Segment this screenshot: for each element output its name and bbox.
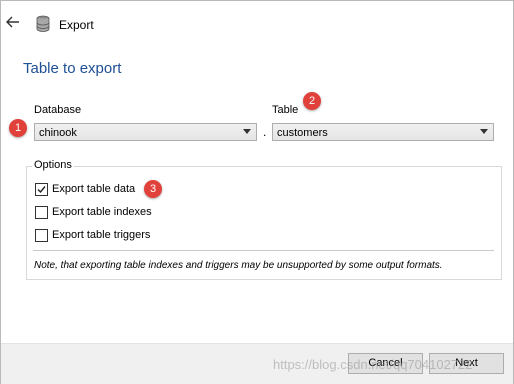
database-label: Database (34, 104, 82, 116)
database-icon (35, 15, 51, 33)
chevron-down-icon (243, 129, 251, 134)
database-table-separator: . (263, 125, 267, 139)
window-title: Export (59, 18, 94, 32)
annotation-marker-3: 3 (144, 180, 162, 198)
export-note: Note, that exporting table indexes and t… (34, 260, 443, 271)
table-select[interactable]: customers (272, 123, 494, 141)
checkbox-label: Export table indexes (52, 206, 152, 218)
checkbox-box[interactable] (35, 183, 48, 196)
checkbox-label: Export table triggers (52, 229, 151, 241)
chevron-down-icon (480, 129, 488, 134)
checkbox-label: Export table data (52, 183, 136, 195)
checkbox-box[interactable] (35, 229, 48, 242)
divider (33, 250, 494, 251)
database-select[interactable]: chinook (34, 123, 257, 141)
annotation-marker-2: 2 (303, 92, 321, 110)
table-label: Table (272, 104, 299, 116)
database-value: chinook (39, 127, 77, 139)
checkbox-box[interactable] (35, 206, 48, 219)
options-legend: Options (32, 159, 74, 171)
cancel-button[interactable]: Cancel (348, 353, 423, 374)
page-title: Table to export (23, 60, 122, 77)
back-arrow-icon[interactable] (4, 13, 22, 31)
table-value: customers (277, 127, 328, 139)
annotation-marker-1: 1 (9, 119, 27, 137)
checkmark-icon (37, 186, 46, 194)
next-button[interactable]: Next (429, 353, 504, 374)
